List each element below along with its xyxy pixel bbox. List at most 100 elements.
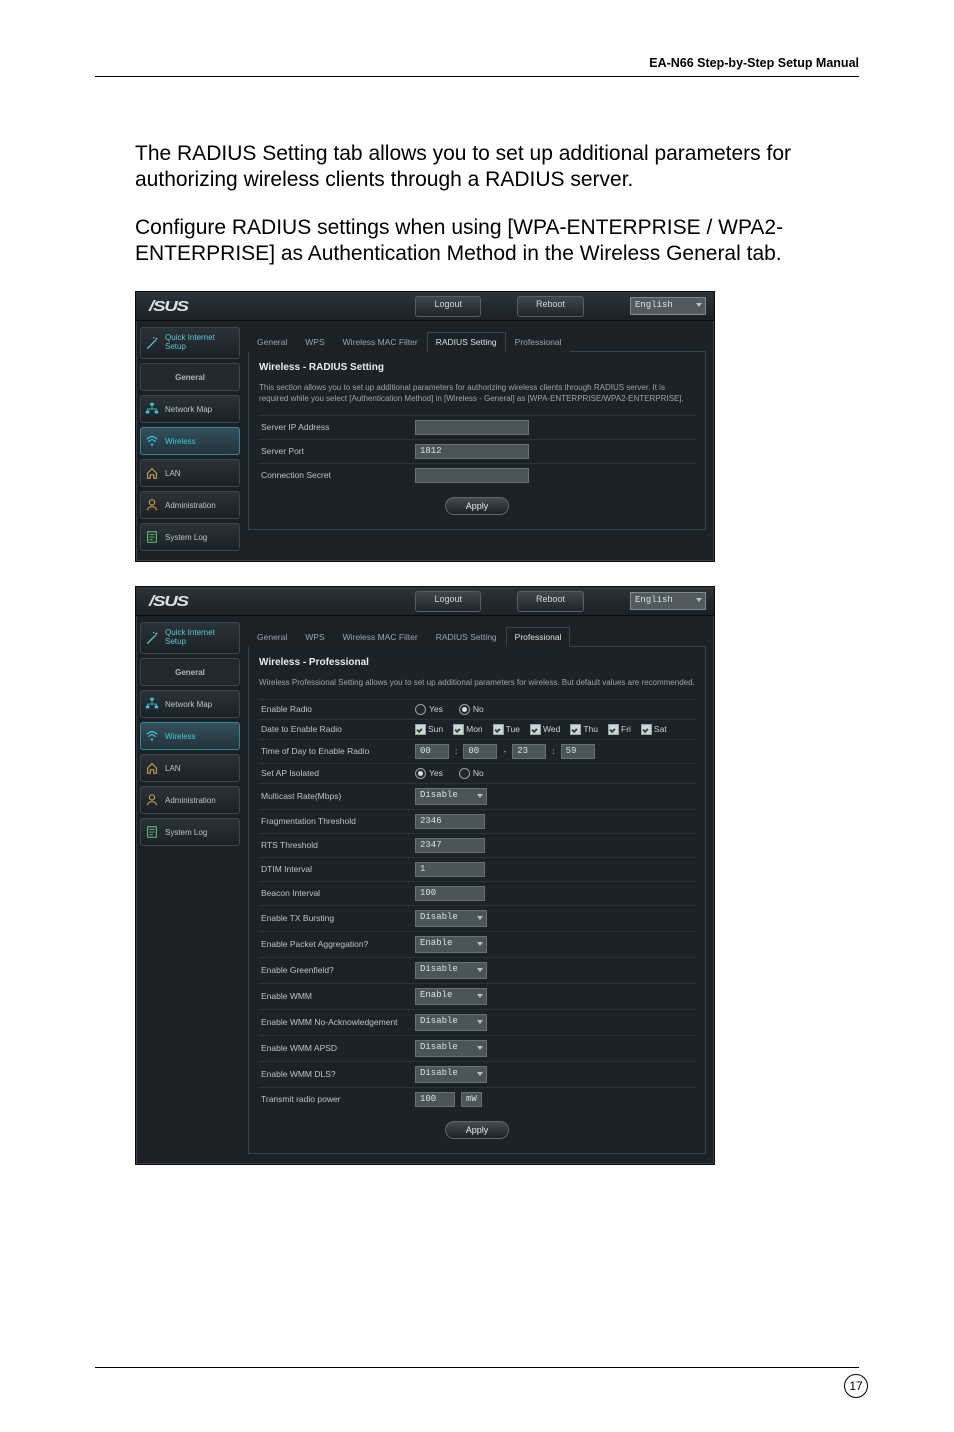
label-frag: Fragmentation Threshold bbox=[259, 816, 415, 826]
sidebar-item-label: Quick Internet Setup bbox=[165, 629, 235, 647]
sidebar-general-header: General bbox=[140, 363, 240, 391]
radio-ap-isolated-yes[interactable]: Yes bbox=[415, 768, 443, 779]
label-date-radio: Date to Enable Radio bbox=[259, 724, 415, 734]
logout-button[interactable]: Logout bbox=[415, 591, 481, 612]
select-txburst[interactable]: Disable bbox=[415, 910, 487, 927]
wireless-icon bbox=[145, 434, 159, 448]
select-wmm-dls[interactable]: Disable bbox=[415, 1066, 487, 1083]
reboot-button[interactable]: Reboot bbox=[517, 296, 584, 317]
sidebar-item-label: Administration bbox=[165, 501, 216, 510]
sidebar-item-label: Network Map bbox=[165, 405, 212, 414]
chk-mon[interactable]: Mon bbox=[453, 724, 483, 735]
wand-icon bbox=[145, 631, 159, 645]
tab-mac-filter[interactable]: Wireless MAC Filter bbox=[334, 332, 427, 352]
panel-title: Wireless - Professional bbox=[259, 657, 695, 668]
brand-logo: /SUS bbox=[144, 593, 188, 610]
chk-fri[interactable]: Fri bbox=[608, 724, 631, 735]
label-wmm-noack: Enable WMM No-Acknowledgement bbox=[259, 1017, 415, 1027]
sidebar-item-lan[interactable]: LAN bbox=[140, 459, 240, 487]
sidebar-item-wireless[interactable]: Wireless bbox=[140, 427, 240, 455]
tab-radius[interactable]: RADIUS Setting bbox=[427, 627, 506, 647]
select-greenfield[interactable]: Disable bbox=[415, 962, 487, 979]
router-screenshot-radius: /SUS Logout Reboot English Quick Interne… bbox=[135, 291, 715, 562]
sidebar-item-administration[interactable]: Administration bbox=[140, 786, 240, 814]
input-connection-secret[interactable] bbox=[415, 468, 529, 483]
tx-power-unit: mW bbox=[461, 1092, 482, 1107]
label-beacon: Beacon Interval bbox=[259, 888, 415, 898]
wireless-icon bbox=[145, 729, 159, 743]
tab-general[interactable]: General bbox=[248, 627, 296, 647]
sidebar-qis[interactable]: Quick Internet Setup bbox=[140, 327, 240, 359]
sidebar-item-administration[interactable]: Administration bbox=[140, 491, 240, 519]
radio-enable-radio-no[interactable]: No bbox=[459, 704, 484, 715]
brand-logo: /SUS bbox=[144, 298, 188, 315]
input-server-port[interactable]: 1812 bbox=[415, 444, 529, 459]
input-frag[interactable]: 2346 bbox=[415, 814, 485, 829]
sidebar-item-lan[interactable]: LAN bbox=[140, 754, 240, 782]
lan-icon bbox=[145, 761, 159, 775]
tab-wps[interactable]: WPS bbox=[296, 627, 333, 647]
input-rts[interactable]: 2347 bbox=[415, 838, 485, 853]
wand-icon bbox=[145, 336, 159, 350]
sidebar-item-network-map[interactable]: Network Map bbox=[140, 395, 240, 423]
panel-desc: This section allows you to set up additi… bbox=[259, 383, 695, 405]
tab-professional[interactable]: Professional bbox=[506, 627, 571, 647]
language-select[interactable]: English bbox=[630, 592, 706, 610]
sidebar-item-system-log[interactable]: System Log bbox=[140, 523, 240, 551]
radio-ap-isolated-no[interactable]: No bbox=[459, 768, 484, 779]
label-wmm-dls: Enable WMM DLS? bbox=[259, 1069, 415, 1079]
doc-header: EA-N66 Step-by-Step Setup Manual bbox=[95, 56, 859, 76]
input-time-end-m[interactable]: 59 bbox=[561, 744, 595, 759]
tab-mac-filter[interactable]: Wireless MAC Filter bbox=[334, 627, 427, 647]
select-wmm-noack[interactable]: Disable bbox=[415, 1014, 487, 1031]
label-dtim: DTIM Interval bbox=[259, 864, 415, 874]
sidebar-item-wireless[interactable]: Wireless bbox=[140, 722, 240, 750]
tab-wps[interactable]: WPS bbox=[296, 332, 333, 352]
sidebar-item-label: System Log bbox=[165, 533, 207, 542]
language-select[interactable]: English bbox=[630, 297, 706, 315]
label-wmm: Enable WMM bbox=[259, 991, 415, 1001]
tab-professional[interactable]: Professional bbox=[506, 332, 571, 352]
input-time-end-h[interactable]: 23 bbox=[512, 744, 546, 759]
logout-button[interactable]: Logout bbox=[415, 296, 481, 317]
select-pkt-aggr[interactable]: Enable bbox=[415, 936, 487, 953]
tab-radius[interactable]: RADIUS Setting bbox=[427, 332, 506, 352]
chk-sun[interactable]: Sun bbox=[415, 724, 443, 735]
sidebar-item-label: Administration bbox=[165, 796, 216, 805]
apply-button[interactable]: Apply bbox=[445, 497, 510, 515]
log-icon bbox=[145, 530, 159, 544]
input-time-start-h[interactable]: 00 bbox=[415, 744, 449, 759]
paragraph-1: The RADIUS Setting tab allows you to set… bbox=[135, 141, 849, 194]
chk-thu[interactable]: Thu bbox=[570, 724, 598, 735]
select-multicast[interactable]: Disable bbox=[415, 788, 487, 805]
chk-wed[interactable]: Wed bbox=[530, 724, 560, 735]
input-server-ip[interactable] bbox=[415, 420, 529, 435]
label-greenfield: Enable Greenfield? bbox=[259, 965, 415, 975]
sidebar-item-network-map[interactable]: Network Map bbox=[140, 690, 240, 718]
sidebar-item-label: Network Map bbox=[165, 700, 212, 709]
input-beacon[interactable]: 100 bbox=[415, 886, 485, 901]
tab-general[interactable]: General bbox=[248, 332, 296, 352]
admin-icon bbox=[145, 793, 159, 807]
network-icon bbox=[145, 697, 159, 711]
sidebar-item-system-log[interactable]: System Log bbox=[140, 818, 240, 846]
sidebar-item-label: LAN bbox=[165, 764, 181, 773]
admin-icon bbox=[145, 498, 159, 512]
radio-enable-radio-yes[interactable]: Yes bbox=[415, 704, 443, 715]
label-server-port: Server Port bbox=[259, 446, 415, 456]
sidebar-general-header: General bbox=[140, 658, 240, 686]
select-wmm-apsd[interactable]: Disable bbox=[415, 1040, 487, 1057]
chk-tue[interactable]: Tue bbox=[493, 724, 520, 735]
input-tx-power[interactable]: 100 bbox=[415, 1092, 455, 1107]
sidebar-item-label: Quick Internet Setup bbox=[165, 334, 235, 352]
reboot-button[interactable]: Reboot bbox=[517, 591, 584, 612]
input-dtim[interactable]: 1 bbox=[415, 862, 485, 877]
network-icon bbox=[145, 402, 159, 416]
sidebar-qis[interactable]: Quick Internet Setup bbox=[140, 622, 240, 654]
chk-sat[interactable]: Sat bbox=[641, 724, 667, 735]
input-time-start-m[interactable]: 00 bbox=[463, 744, 497, 759]
router-screenshot-professional: /SUS Logout Reboot English Quick Interne… bbox=[135, 586, 715, 1165]
select-wmm[interactable]: Enable bbox=[415, 988, 487, 1005]
apply-button[interactable]: Apply bbox=[445, 1121, 510, 1139]
sidebar-item-label: Wireless bbox=[165, 732, 196, 741]
